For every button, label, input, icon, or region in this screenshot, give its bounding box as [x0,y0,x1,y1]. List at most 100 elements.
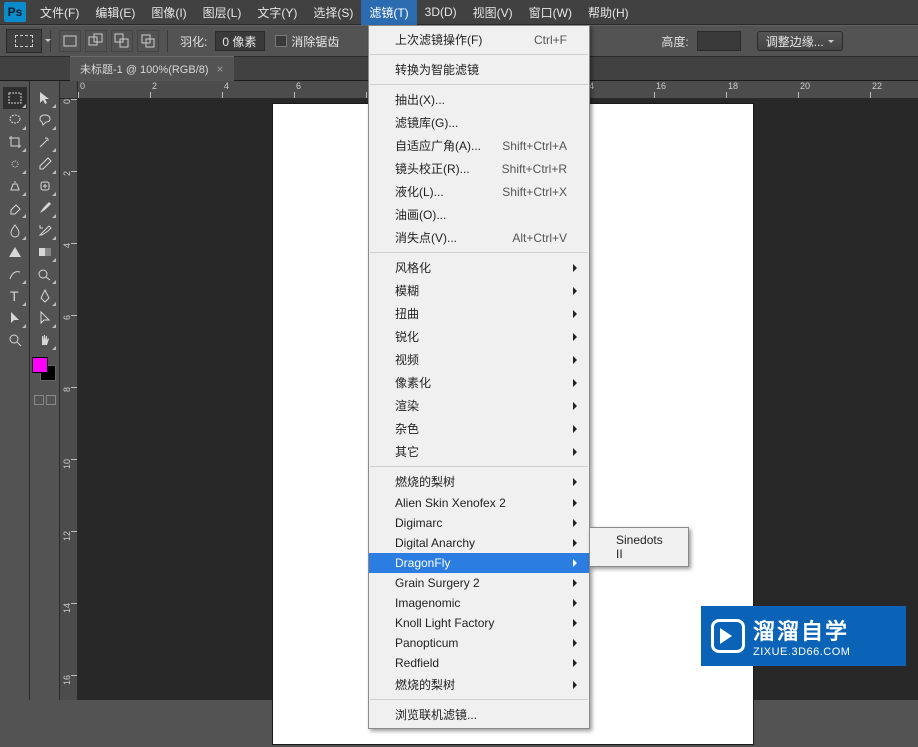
tools-panel-left: T [0,81,30,351]
lasso-tool[interactable] [33,109,57,131]
menu-item[interactable]: 扭曲 [369,302,589,325]
menu-item[interactable]: 转换为智能滤镜 [369,58,589,81]
crop-tool[interactable] [3,131,27,153]
magic-wand-tool[interactable] [33,131,57,153]
dodge-tool[interactable] [33,263,57,285]
menu-item[interactable]: Digimarc [369,513,589,533]
ruler-origin[interactable] [60,81,78,99]
menu-view[interactable]: 视图(V) [465,0,521,25]
menu-separator [370,54,588,55]
refine-edge-button[interactable]: 调整边缘... [757,31,843,51]
selection-add-icon[interactable] [85,30,107,52]
app-logo: Ps [4,2,26,22]
watermark-url: ZIXUE.3D66.COM [753,646,850,658]
menu-item[interactable]: Alien Skin Xenofex 2 [369,493,589,513]
height-label: 高度: [661,33,688,50]
text-tool[interactable]: T [3,285,27,307]
dragonfly-submenu: Sinedots II [589,527,689,567]
menu-item[interactable]: 滤镜库(G)... [369,111,589,134]
svg-text:T: T [10,288,19,304]
ruler-vertical[interactable]: 0246810121416 [60,99,78,700]
menu-window[interactable]: 窗口(W) [521,0,580,25]
menu-item[interactable]: 锐化 [369,325,589,348]
blur-tool[interactable] [3,219,27,241]
menu-item[interactable]: 燃烧的梨树 [369,673,589,696]
selection-subtract-icon[interactable] [111,30,133,52]
menu-help[interactable]: 帮助(H) [580,0,637,25]
watermark-title: 溜溜自学 [753,614,850,646]
menu-item[interactable]: 风格化 [369,256,589,279]
menu-item[interactable]: 渲染 [369,394,589,417]
marquee-tool[interactable] [3,87,27,109]
menu-separator [370,84,588,85]
menu-type[interactable]: 文字(Y) [249,0,305,25]
height-input[interactable] [697,31,741,51]
submenu-item-sinedots[interactable]: Sinedots II [590,530,688,564]
menu-item[interactable]: Imagenomic [369,593,589,613]
menu-item[interactable]: 像素化 [369,371,589,394]
menubar: Ps 文件(F) 编辑(E) 图像(I) 图层(L) 文字(Y) 选择(S) 滤… [0,0,918,25]
menu-item[interactable]: 模糊 [369,279,589,302]
zoom-tool[interactable] [3,329,27,351]
menu-item[interactable]: DragonFly [369,553,589,573]
menu-item[interactable]: 镜头校正(R)...Shift+Ctrl+R [369,157,589,180]
menu-filter[interactable]: 滤镜(T) [361,0,416,25]
menu-item[interactable]: 上次滤镜操作(F)Ctrl+F [369,28,589,51]
healing-brush-tool[interactable] [33,175,57,197]
pen-tool[interactable] [33,285,57,307]
tools-panel [30,81,60,700]
menu-separator [370,252,588,253]
hand-tool[interactable] [33,329,57,351]
gradient-tool[interactable] [33,241,57,263]
play-icon [711,619,745,653]
spot-healing-tool[interactable] [3,153,27,175]
menu-select[interactable]: 选择(S) [305,0,361,25]
menu-item[interactable]: Grain Surgery 2 [369,573,589,593]
menu-3d[interactable]: 3D(D) [417,1,465,23]
move-tool[interactable] [33,87,57,109]
menu-separator [370,466,588,467]
feather-label: 羽化: [180,33,207,50]
color-swatches[interactable] [32,357,58,385]
path-selection-tool[interactable] [33,307,57,329]
menu-item[interactable]: Knoll Light Factory [369,613,589,633]
menu-image[interactable]: 图像(I) [143,0,194,25]
menu-item[interactable]: Panopticum [369,633,589,653]
foreground-color-swatch[interactable] [32,357,48,373]
screen-mode-toggles[interactable] [34,395,56,405]
direct-selection-tool[interactable] [3,307,27,329]
menu-item[interactable]: 浏览联机滤镜... [369,703,589,726]
lasso-tool-2[interactable] [3,109,27,131]
menu-layer[interactable]: 图层(L) [195,0,250,25]
menu-item[interactable]: Redfield [369,653,589,673]
eyedropper-tool[interactable] [33,153,57,175]
document-tab[interactable]: 未标题-1 @ 100%(RGB/8) × [70,56,234,81]
menu-item[interactable]: 消失点(V)...Alt+Ctrl+V [369,226,589,249]
antialias-label: 消除锯齿 [291,33,339,50]
menu-edit[interactable]: 编辑(E) [87,0,143,25]
antialias-checkbox[interactable]: 消除锯齿 [275,33,339,50]
selection-new-icon[interactable] [59,30,81,52]
menu-item[interactable]: 液化(L)...Shift+Ctrl+X [369,180,589,203]
menu-item[interactable]: 抽出(X)... [369,88,589,111]
menu-item[interactable]: 自适应广角(A)...Shift+Ctrl+A [369,134,589,157]
selection-intersect-icon[interactable] [137,30,159,52]
menu-item[interactable]: 视频 [369,348,589,371]
brush-tool[interactable] [33,197,57,219]
menu-item[interactable]: Digital Anarchy [369,533,589,553]
pen-freeform-tool[interactable] [3,263,27,285]
history-brush-tool[interactable] [33,219,57,241]
menu-item[interactable]: 杂色 [369,417,589,440]
watermark-badge: 溜溜自学 ZIXUE.3D66.COM [701,606,906,666]
filter-menu-dropdown: 上次滤镜操作(F)Ctrl+F 转换为智能滤镜抽出(X)...滤镜库(G)...自… [368,25,590,729]
feather-input[interactable] [215,31,265,51]
eraser-tool[interactable] [3,197,27,219]
menu-item[interactable]: 油画(O)... [369,203,589,226]
menu-file[interactable]: 文件(F) [32,0,87,25]
tool-preset-picker[interactable] [6,29,42,53]
triangle-shape-tool[interactable] [3,241,27,263]
clone-stamp-tool[interactable] [3,175,27,197]
close-icon[interactable]: × [217,62,224,76]
menu-item[interactable]: 燃烧的梨树 [369,470,589,493]
menu-item[interactable]: 其它 [369,440,589,463]
